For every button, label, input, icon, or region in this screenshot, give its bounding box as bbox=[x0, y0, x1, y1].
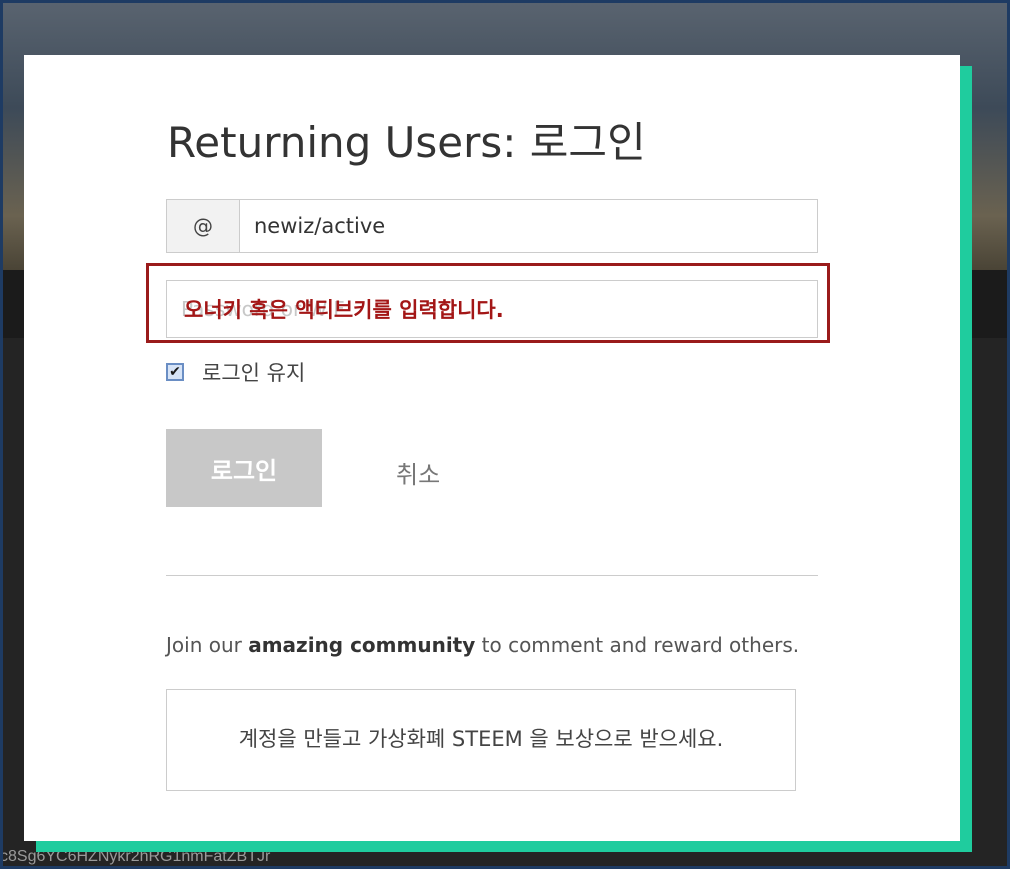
login-modal: Returning Users: 로그인 @ 오너키 혹은 액티브키를 입력합니… bbox=[24, 55, 960, 841]
check-icon: ✔ bbox=[169, 364, 181, 380]
cancel-link[interactable]: 취소 bbox=[396, 455, 440, 490]
at-prefix: @ bbox=[167, 200, 240, 252]
join-bold: amazing community bbox=[248, 633, 476, 657]
remember-checkbox[interactable]: ✔ bbox=[166, 363, 184, 381]
remember-label: 로그인 유지 bbox=[202, 361, 306, 385]
divider bbox=[166, 575, 818, 576]
modal-title: Returning Users: 로그인 bbox=[167, 118, 646, 167]
join-prefix: Join our bbox=[166, 633, 249, 657]
username-input[interactable] bbox=[240, 200, 817, 252]
join-suffix: to comment and reward others. bbox=[475, 633, 800, 657]
join-text: Join our amazing community to comment an… bbox=[166, 633, 799, 657]
remember-me-row[interactable]: ✔ 로그인 유지 bbox=[166, 357, 305, 387]
login-button[interactable]: 로그인 bbox=[166, 429, 322, 507]
username-group: @ bbox=[166, 199, 818, 253]
signup-button[interactable]: 계정을 만들고 가상화폐 STEEM 을 보상으로 받으세요. bbox=[166, 689, 796, 791]
signup-text: 계정을 만들고 가상화폐 STEEM 을 보상으로 받으세요. bbox=[238, 727, 724, 752]
annotation-text: 오너키 혹은 액티브키를 입력합니다. bbox=[184, 298, 504, 322]
